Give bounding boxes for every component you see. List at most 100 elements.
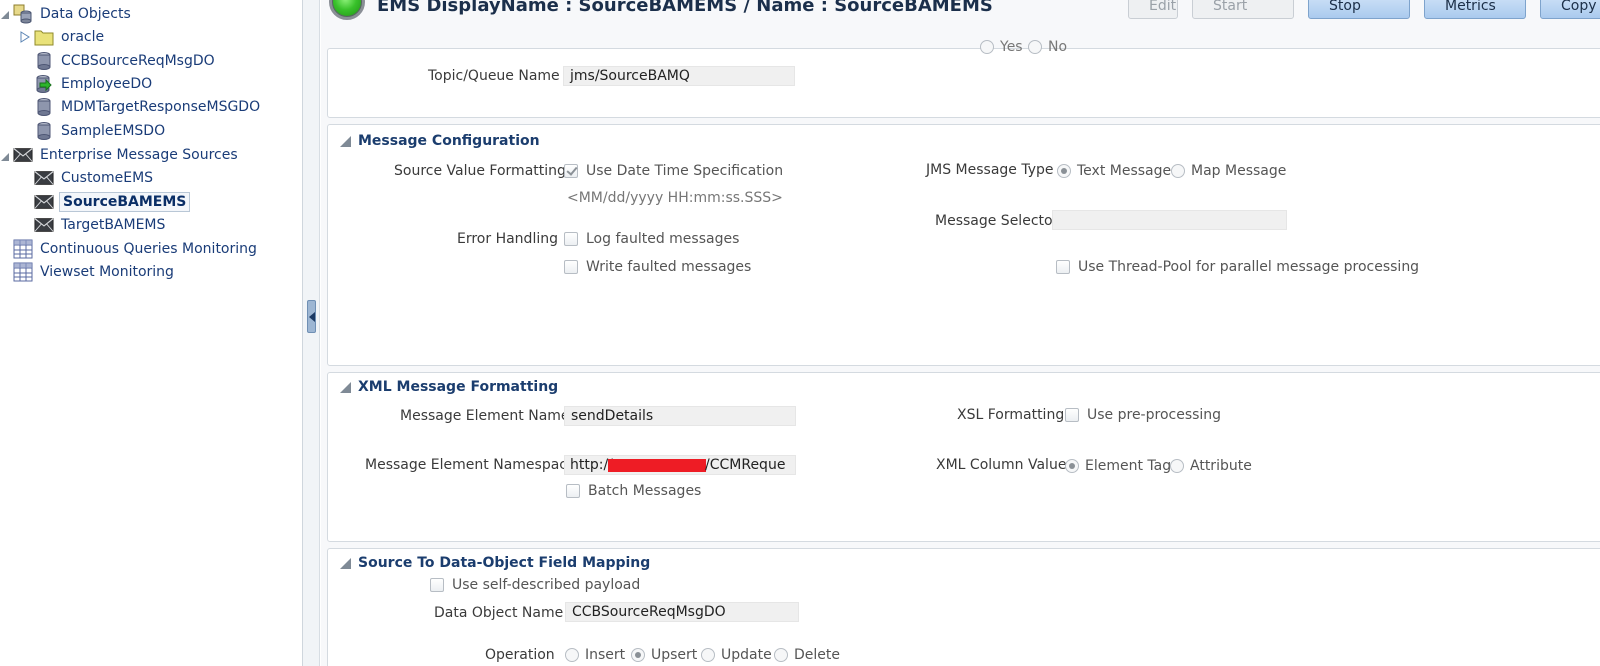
operation-label: Operation [485, 647, 555, 663]
delete-label: Delete [794, 647, 840, 663]
collapse-section-icon[interactable] [340, 381, 351, 393]
thread-pool-label: Use Thread-Pool for parallel message pro… [1078, 259, 1420, 275]
element-tag-option[interactable]: Element Tag [1065, 458, 1171, 474]
op-delete-option[interactable]: Delete [774, 647, 840, 663]
grid-table-icon [13, 239, 33, 259]
yes-label: Yes [1000, 39, 1023, 55]
metrics-button[interactable]: Metrics [1424, 0, 1526, 19]
use-preprocessing-option[interactable]: Use pre-processing [1065, 407, 1221, 423]
collapse-triangle-icon[interactable] [0, 150, 12, 162]
self-described-checkbox[interactable] [430, 578, 444, 592]
copy-button[interactable]: Copy E [1540, 0, 1600, 19]
tree-item-viewset-monitoring[interactable]: Viewset Monitoring [13, 261, 176, 283]
tree-item-mdmtargetresponsemsgdo[interactable]: MDMTargetResponseMSGDO [34, 96, 262, 118]
topic-queue-field[interactable]: jms/SourceBAMQ [563, 66, 795, 86]
map-message-option[interactable]: Map Message [1171, 163, 1286, 179]
grid-table-icon [13, 262, 33, 282]
tree-label: Continuous Queries Monitoring [40, 241, 257, 257]
tree-item-enterprise-message-sources[interactable]: Enterprise Message Sources [13, 144, 240, 166]
text-message-option[interactable]: Text Message [1057, 163, 1171, 179]
no-label: No [1048, 39, 1068, 55]
message-selector-field[interactable] [1052, 210, 1287, 230]
self-described-option[interactable]: Use self-described payload [430, 577, 640, 593]
edit-button[interactable]: Edit [1128, 0, 1178, 19]
tree-item-customeems[interactable]: CustomeEMS [34, 167, 155, 189]
tree-item-targetbamems[interactable]: TargetBAMEMS [34, 214, 167, 236]
collapse-panel-handle[interactable] [307, 300, 316, 333]
element-tag-radio[interactable] [1065, 459, 1079, 473]
use-datetime-option[interactable]: Use Date Time Specification [564, 163, 783, 179]
collapse-triangle-icon[interactable] [0, 8, 12, 20]
message-element-namespace-label: Message Element Namespace [365, 457, 576, 473]
data-object-name-label: Data Object Name [434, 605, 564, 621]
attribute-label: Attribute [1190, 458, 1252, 474]
thread-pool-checkbox[interactable] [1056, 260, 1070, 274]
tree-item-employeedo[interactable]: EmployeeDO [34, 73, 154, 95]
tree-item-oracle[interactable]: oracle [34, 26, 106, 48]
write-faulted-checkbox[interactable] [564, 260, 578, 274]
data-object-name-field[interactable]: CCBSourceReqMsgDO [565, 602, 799, 622]
expand-triangle-icon[interactable] [20, 31, 32, 43]
tree-item-continuous-queries-monitoring[interactable]: Continuous Queries Monitoring [13, 238, 259, 260]
tree-label: Viewset Monitoring [40, 264, 174, 280]
datetime-format-text: <MM/dd/yyyy HH:mm:ss.SSS> [567, 190, 783, 206]
text-message-radio[interactable] [1057, 164, 1071, 178]
stop-button[interactable]: Stop [1308, 0, 1410, 19]
message-element-namespace-field[interactable]: http:// /CCMReque [564, 455, 796, 475]
tree-label: SampleEMSDO [61, 123, 166, 139]
log-faulted-checkbox[interactable] [564, 232, 578, 246]
no-radio[interactable] [1028, 40, 1042, 54]
update-radio[interactable] [701, 648, 715, 662]
tree-item-data-objects[interactable]: Data Objects [13, 3, 133, 25]
map-message-radio[interactable] [1171, 164, 1185, 178]
batch-messages-checkbox[interactable] [566, 484, 580, 498]
page-title: EMS DisplayName : SourceBAMEMS / Name : … [377, 0, 993, 16]
upsert-radio[interactable] [631, 648, 645, 662]
delete-radio[interactable] [774, 648, 788, 662]
op-insert-option[interactable]: Insert [565, 647, 625, 663]
data-objects-icon [13, 4, 33, 24]
use-datetime-checkbox[interactable] [564, 164, 578, 178]
panel-splitter[interactable] [303, 0, 320, 666]
write-faulted-option[interactable]: Write faulted messages [564, 259, 751, 275]
insert-label: Insert [585, 647, 626, 663]
tree-label: oracle [61, 29, 105, 45]
log-faulted-option[interactable]: Log faulted messages [564, 231, 739, 247]
field-mapping-header[interactable]: Source To Data-Object Field Mapping [340, 555, 650, 571]
attribute-radio[interactable] [1170, 459, 1184, 473]
attribute-option[interactable]: Attribute [1170, 458, 1252, 474]
tree-label: Enterprise Message Sources [40, 147, 238, 163]
insert-radio[interactable] [565, 648, 579, 662]
thread-pool-option[interactable]: Use Thread-Pool for parallel message pro… [1056, 259, 1419, 275]
message-element-name-field[interactable]: sendDetails [564, 406, 796, 426]
xml-formatting-header[interactable]: XML Message Formatting [340, 379, 558, 395]
status-running-icon [329, 0, 365, 20]
tree-label: CustomeEMS [61, 170, 154, 186]
tree-label: MDMTargetResponseMSGDO [61, 99, 261, 115]
partial-yes-radio[interactable]: Yes [980, 39, 1023, 55]
batch-messages-option[interactable]: Batch Messages [566, 483, 701, 499]
op-update-option[interactable]: Update [701, 647, 772, 663]
start-button[interactable]: Start [1192, 0, 1294, 19]
jms-message-type-label: JMS Message Type [926, 162, 1054, 178]
ems-detail-area: EMS DisplayName : SourceBAMEMS / Name : … [321, 0, 1600, 666]
upsert-label: Upsert [651, 647, 698, 663]
section-title: XML Message Formatting [358, 379, 559, 395]
tree-item-sampleemsdo[interactable]: SampleEMSDO [34, 120, 167, 142]
tree-item-ccbsourcereqmsgdo[interactable]: CCBSourceReqMsgDO [34, 50, 217, 72]
tree-item-sourcebamems[interactable]: SourceBAMEMS [34, 191, 191, 213]
namespace-suffix: /CCMReque [705, 457, 786, 473]
collapse-section-icon[interactable] [340, 135, 351, 147]
use-preprocessing-checkbox[interactable] [1065, 408, 1079, 422]
data-object-icon [34, 51, 54, 71]
op-upsert-option[interactable]: Upsert [631, 647, 697, 663]
xml-column-value-label: XML Column Value [936, 457, 1067, 473]
partial-no-radio[interactable]: No [1028, 39, 1067, 55]
xml-message-formatting-panel: XML Message Formatting Message Element N… [327, 372, 1600, 542]
tree-label: Data Objects [40, 6, 131, 22]
redacted-text [608, 459, 706, 472]
arrow-left-icon [309, 312, 315, 322]
message-configuration-header[interactable]: Message Configuration [340, 133, 540, 149]
collapse-section-icon[interactable] [340, 557, 351, 569]
yes-radio[interactable] [980, 40, 994, 54]
